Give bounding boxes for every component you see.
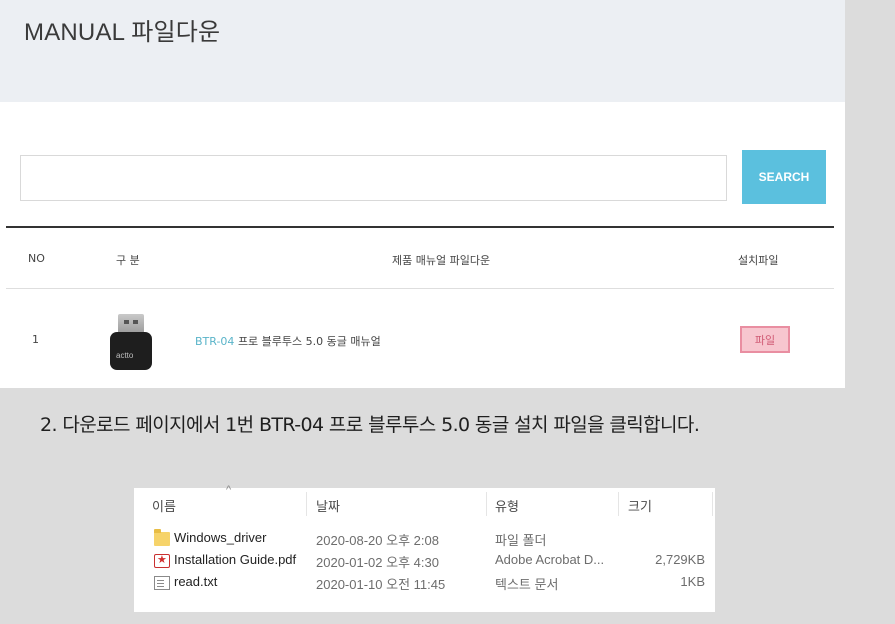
file-date: 2020-08-20 오후 2:08 — [316, 533, 439, 548]
explorer-header-size[interactable]: 크기 — [628, 496, 652, 515]
column-header-category: 구 분 — [116, 254, 140, 267]
text-file-icon — [154, 576, 170, 590]
file-date: 2020-01-02 오후 4:30 — [316, 555, 439, 570]
page-header: MANUAL 파일다운 — [0, 0, 845, 102]
column-header-no: NO — [28, 252, 45, 265]
search-button[interactable]: SEARCH — [742, 150, 826, 204]
model-name[interactable]: BTR-04 — [195, 335, 234, 348]
file-size: 1KB — [680, 574, 705, 589]
pdf-icon — [154, 553, 170, 568]
install-file-button[interactable]: 파일 — [740, 326, 790, 353]
table-top-divider — [6, 226, 834, 228]
column-header-install-file: 설치파일 — [738, 254, 779, 267]
row-number: 1 — [32, 333, 39, 346]
file-name: read.txt — [174, 574, 218, 589]
file-row-installation-guide[interactable]: Installation Guide.pdf 2020-01-02 오후 4:3… — [134, 552, 715, 572]
column-divider[interactable] — [618, 492, 619, 516]
instruction-text: 2. 다운로드 페이지에서 1번 BTR-04 프로 블루투스 5.0 동글 설… — [40, 414, 700, 436]
sort-ascending-icon: ^ — [226, 484, 232, 496]
manual-download-panel: MANUAL 파일다운 SEARCH NO 구 분 제품 매뉴얼 파일다운 설치… — [0, 0, 845, 388]
column-header-manual-download: 제품 매뉴얼 파일다운 — [392, 254, 491, 267]
explorer-header-name-label: 이름 — [152, 499, 176, 514]
file-name: Installation Guide.pdf — [174, 552, 297, 567]
search-input[interactable] — [20, 155, 727, 201]
file-type: 파일 폴더 — [495, 533, 547, 548]
file-explorer-list: 이름 ^ 날짜 유형 크기 Windows_driver 2020-08-20 … — [134, 484, 715, 612]
explorer-header-name[interactable]: 이름 — [152, 496, 176, 515]
file-size: 2,729KB — [655, 552, 705, 567]
file-row-read-txt[interactable]: read.txt 2020-01-10 오전 11:45 텍스트 문서 1KB — [134, 574, 715, 594]
column-divider[interactable] — [306, 492, 307, 516]
table-header-divider — [6, 288, 834, 289]
file-row-windows-driver[interactable]: Windows_driver 2020-08-20 오후 2:08 파일 폴더 — [134, 529, 715, 550]
file-date: 2020-01-10 오전 11:45 — [316, 577, 446, 592]
column-divider[interactable] — [486, 492, 487, 516]
file-type: Adobe Acrobat D... — [495, 552, 605, 567]
usb-plug — [118, 314, 144, 334]
page-title: MANUAL 파일다운 — [24, 19, 221, 46]
explorer-header-date[interactable]: 날짜 — [316, 496, 340, 515]
file-name: Windows_driver — [174, 530, 267, 545]
column-divider[interactable] — [712, 492, 713, 516]
explorer-header-type[interactable]: 유형 — [495, 496, 519, 515]
manual-link[interactable]: BTR-04 프로 블루투스 5.0 동글 매뉴얼 — [195, 333, 381, 349]
usb-bluetooth-dongle-image: actto — [110, 314, 152, 370]
manual-title[interactable]: 프로 블루투스 5.0 동글 매뉴얼 — [238, 335, 381, 348]
folder-icon — [154, 529, 170, 546]
file-type: 텍스트 문서 — [495, 577, 559, 592]
dongle-brand-logo: actto — [116, 351, 134, 360]
